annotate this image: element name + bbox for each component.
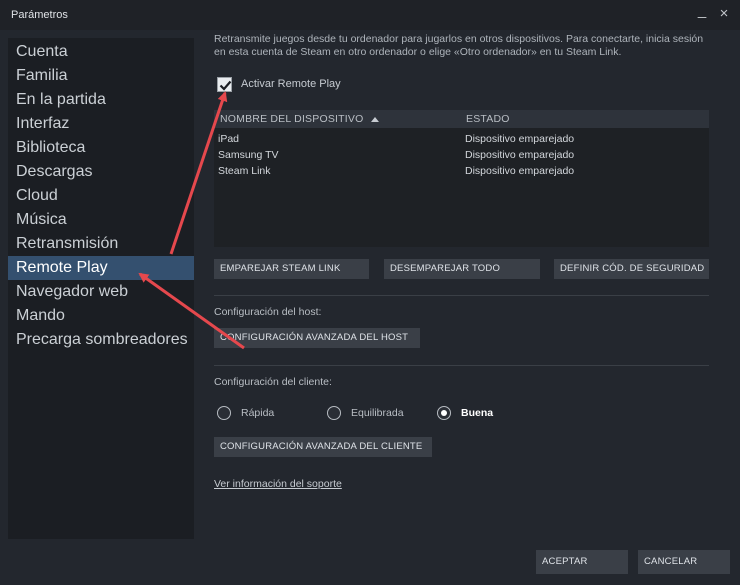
enable-remote-play-checkbox[interactable] — [217, 77, 232, 92]
sidebar-item-remote-play[interactable]: Remote Play — [8, 256, 194, 280]
radio-buena[interactable] — [437, 406, 451, 420]
sidebar-item-precarga-sombreadores[interactable]: Precarga sombreadores — [8, 328, 194, 352]
radio-rapida[interactable] — [217, 406, 231, 420]
window-title: Parámetros — [11, 9, 68, 21]
sidebar-item-musica[interactable]: Música — [8, 208, 194, 232]
remote-play-panel — [194, 30, 740, 545]
radio-rapida-label: Rápida — [241, 407, 275, 419]
radio-equilibrada[interactable] — [327, 406, 341, 420]
host-advanced-settings-button[interactable]: CONFIGURACIÓN AVANZADA DEL HOST — [214, 328, 420, 348]
client-advanced-settings-button[interactable]: CONFIGURACIÓN AVANZADA DEL CLIENTE — [214, 437, 432, 457]
dialog-footer: ACEPTAR CANCELAR — [0, 545, 740, 585]
title-bar: Parámetros _ × — [0, 0, 740, 30]
radio-buena-label: Buena — [461, 407, 494, 419]
minimize-icon[interactable]: _ — [692, 2, 712, 20]
remote-play-description: Retransmite juegos desde tu ordenador pa… — [214, 33, 704, 58]
accept-button[interactable]: ACEPTAR — [536, 550, 628, 574]
host-settings-label: Configuración del host: — [214, 306, 322, 318]
unpair-all-button[interactable]: DESEMPAREJAR TODO — [384, 259, 540, 279]
sidebar-item-interfaz[interactable]: Interfaz — [8, 112, 194, 136]
sidebar-item-cuenta[interactable]: Cuenta — [8, 40, 194, 64]
settings-sidebar: Cuenta Familia En la partida Interfaz Bi… — [8, 38, 194, 539]
caret-up-icon — [371, 117, 379, 122]
sidebar-item-descargas[interactable]: Descargas — [8, 160, 194, 184]
devices-table-header: NOMBRE DEL DISPOSITIVO ESTADO — [214, 110, 709, 128]
sidebar-item-en-la-partida[interactable]: En la partida — [8, 88, 194, 112]
cancel-button[interactable]: CANCELAR — [638, 550, 730, 574]
radio-equilibrada-label: Equilibrada — [351, 407, 404, 419]
column-header-status[interactable]: ESTADO — [466, 113, 510, 125]
sidebar-item-biblioteca[interactable]: Biblioteca — [8, 136, 194, 160]
devices-table: NOMBRE DEL DISPOSITIVO ESTADO iPad Dispo… — [214, 110, 709, 247]
sidebar-item-mando[interactable]: Mando — [8, 304, 194, 328]
device-status: Dispositivo emparejado — [465, 133, 575, 145]
device-status: Dispositivo emparejado — [465, 149, 575, 161]
pair-steam-link-button[interactable]: EMPAREJAR STEAM LINK — [214, 259, 369, 279]
divider — [214, 365, 709, 366]
enable-remote-play-label: Activar Remote Play — [241, 78, 341, 90]
sidebar-item-familia[interactable]: Familia — [8, 64, 194, 88]
column-header-device-name[interactable]: NOMBRE DEL DISPOSITIVO — [220, 113, 363, 125]
support-info-link[interactable]: Ver información del soporte — [214, 478, 342, 490]
close-icon[interactable]: × — [714, 5, 734, 23]
sidebar-item-navegador-web[interactable]: Navegador web — [8, 280, 194, 304]
device-status: Dispositivo emparejado — [465, 165, 575, 177]
set-security-code-button[interactable]: DEFINIR CÓD. DE SEGURIDAD — [554, 259, 709, 279]
sidebar-item-retransmision[interactable]: Retransmisión — [8, 232, 194, 256]
client-settings-label: Configuración del cliente: — [214, 376, 332, 388]
device-name[interactable]: Steam Link — [218, 165, 271, 177]
device-name[interactable]: iPad — [218, 133, 239, 145]
sidebar-item-cloud[interactable]: Cloud — [8, 184, 194, 208]
checkmark-icon — [219, 80, 232, 91]
device-name[interactable]: Samsung TV — [218, 149, 279, 161]
divider — [214, 295, 709, 296]
